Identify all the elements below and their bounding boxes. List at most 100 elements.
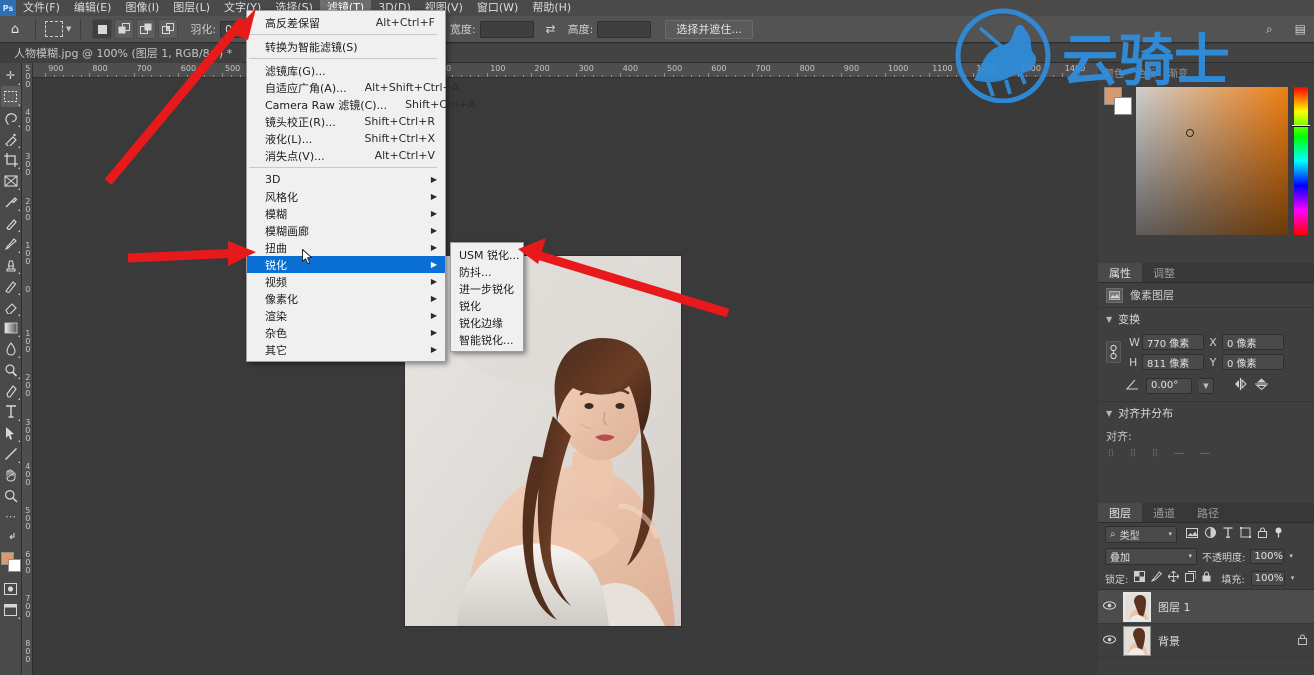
shape-filter-icon[interactable] xyxy=(1240,527,1251,541)
layer-thumbnail[interactable] xyxy=(1123,591,1151,622)
align-section-header[interactable]: ▼ 对齐并分布 xyxy=(1098,402,1314,424)
zoom-tool[interactable] xyxy=(1,485,21,506)
clone-stamp-tool[interactable] xyxy=(1,254,21,275)
width-field[interactable]: 770 像素 xyxy=(1142,334,1204,350)
filter-menu-item[interactable]: 镜头校正(R)... Shift+Ctrl+R xyxy=(247,113,445,130)
blur-tool[interactable] xyxy=(1,338,21,359)
sharpen-submenu-item[interactable]: 锐化 xyxy=(451,297,523,314)
tab-paths[interactable]: 路径 xyxy=(1186,503,1230,522)
add-to-selection-button[interactable] xyxy=(114,19,135,39)
document-canvas[interactable] xyxy=(405,256,681,626)
lasso-tool[interactable] xyxy=(1,107,21,128)
intersect-selection-button[interactable] xyxy=(158,19,179,39)
filter-menu-item[interactable]: 自适应广角(A)... Alt+Shift+Ctrl+A xyxy=(247,79,459,96)
tab-gradients[interactable]: 渐变 xyxy=(1168,65,1188,80)
align-top-icon[interactable]: — xyxy=(1174,448,1184,459)
spot-healing-brush-tool[interactable] xyxy=(1,212,21,233)
crop-tool[interactable] xyxy=(1,149,21,170)
filter-menu-item[interactable]: 其它 ▶ xyxy=(247,341,445,358)
tab-color[interactable]: 颜色 xyxy=(1104,65,1124,80)
filter-menu-item[interactable]: 扭曲 ▶ xyxy=(247,239,445,256)
x-field[interactable]: 0 像素 xyxy=(1222,334,1284,350)
workspace-icon[interactable]: ▤ xyxy=(1295,22,1306,36)
lock-position-icon[interactable] xyxy=(1168,570,1180,585)
adjustment-filter-icon[interactable] xyxy=(1205,527,1216,541)
rectangular-marquee-tool[interactable] xyxy=(0,86,21,107)
toggle-filter-icon[interactable] xyxy=(1274,527,1283,542)
flip-horizontal-icon[interactable] xyxy=(1233,378,1248,393)
filter-menu[interactable]: 高反差保留 Alt+Ctrl+F 转换为智能滤镜(S) 滤镜库(G)... 自适应广角(… xyxy=(246,10,476,362)
frame-tool[interactable] xyxy=(1,170,21,191)
transform-section-header[interactable]: ▼ 变换 xyxy=(1098,308,1314,330)
line-shape-tool[interactable] xyxy=(1,443,21,464)
layer-name[interactable]: 背景 xyxy=(1158,633,1291,649)
layer-visibility-icon[interactable] xyxy=(1102,600,1116,613)
new-selection-button[interactable] xyxy=(92,19,113,39)
home-icon[interactable]: ⌂ xyxy=(0,22,30,37)
filter-menu-item[interactable]: 高反差保留 Alt+Ctrl+F xyxy=(247,14,445,31)
filter-menu-item[interactable]: 3D ▶ xyxy=(247,171,445,188)
dodge-tool[interactable] xyxy=(1,359,21,380)
sharpen-submenu-item[interactable]: USM 锐化... xyxy=(451,246,523,263)
sharpen-submenu-item[interactable]: 防抖... xyxy=(451,263,523,280)
menu-item-edit[interactable]: 编辑(E) xyxy=(67,0,119,16)
type-filter-icon[interactable] xyxy=(1223,527,1233,541)
filter-menu-item[interactable]: 液化(L)... Shift+Ctrl+X xyxy=(247,130,445,147)
chevron-down-icon[interactable]: ▾ xyxy=(1289,552,1293,560)
lock-artboard-nesting-icon[interactable] xyxy=(1185,571,1197,585)
filter-menu-item[interactable]: 视频 ▶ xyxy=(247,273,445,290)
search-icon[interactable]: ⌕ xyxy=(1266,22,1273,37)
y-field[interactable]: 0 像素 xyxy=(1222,354,1284,370)
layer-row[interactable]: 图层 1 xyxy=(1098,590,1314,624)
edit-toolbar-button[interactable]: ⋯ xyxy=(1,506,21,527)
default-colors-button[interactable] xyxy=(1,527,21,548)
align-middle-v-icon[interactable]: — xyxy=(1200,448,1210,459)
color-background-swatch[interactable] xyxy=(1114,97,1132,115)
eyedropper-tool[interactable] xyxy=(1,191,21,212)
eraser-tool[interactable] xyxy=(1,296,21,317)
chevron-down-icon[interactable]: ▾ xyxy=(1291,574,1295,582)
smart-object-filter-icon[interactable] xyxy=(1258,527,1267,541)
swap-icon[interactable]: ⇄ xyxy=(546,22,556,36)
sharpen-submenu-item[interactable]: 智能锐化... xyxy=(451,331,523,348)
gradient-tool[interactable] xyxy=(1,317,21,338)
foreground-background-color-swatch[interactable] xyxy=(0,552,21,572)
height-field[interactable]: 811 像素 xyxy=(1142,354,1204,370)
opacity-field[interactable]: 100% xyxy=(1250,548,1285,564)
filter-menu-item[interactable]: 锐化 ▶ xyxy=(247,256,445,273)
document-tab[interactable]: 人物模糊.jpg @ 100% (图层 1, RGB/8#) * xyxy=(0,43,243,63)
filter-menu-item[interactable]: 模糊 ▶ xyxy=(247,205,445,222)
canvas-area[interactable] xyxy=(33,78,1098,675)
filter-menu-item[interactable]: 消失点(V)... Alt+Ctrl+V xyxy=(247,147,445,164)
color-field-cursor[interactable] xyxy=(1186,129,1194,137)
menu-item-image[interactable]: 图像(I) xyxy=(118,0,166,16)
angle-dropdown-icon[interactable]: ▼ xyxy=(1199,377,1214,394)
align-right-icon[interactable]: ⌷ xyxy=(1152,448,1158,459)
tool-preset-picker[interactable]: ▼ xyxy=(41,21,75,37)
filter-menu-item[interactable]: 像素化 ▶ xyxy=(247,290,445,307)
filter-menu-item[interactable]: Camera Raw 滤镜(C)... Shift+Ctrl+A xyxy=(247,96,476,113)
filter-menu-item[interactable]: 杂色 ▶ xyxy=(247,324,445,341)
align-center-h-icon[interactable]: ⌷ xyxy=(1130,448,1136,459)
hand-tool[interactable] xyxy=(1,464,21,485)
hue-marker[interactable] xyxy=(1292,125,1310,127)
color-field[interactable] xyxy=(1136,87,1288,235)
fill-field[interactable]: 100% xyxy=(1250,570,1285,586)
link-aspect-ratio-icon[interactable] xyxy=(1106,341,1121,363)
filter-menu-item[interactable]: 转换为智能滤镜(S) xyxy=(247,38,445,55)
flip-vertical-icon[interactable] xyxy=(1255,377,1268,394)
select-and-mask-button[interactable]: 选择并遮住... xyxy=(665,19,753,39)
path-selection-tool[interactable] xyxy=(1,422,21,443)
background-color-swatch[interactable] xyxy=(7,559,21,572)
align-left-icon[interactable]: ⌷ xyxy=(1108,448,1114,459)
layer-lock-icon[interactable] xyxy=(1298,634,1307,648)
menu-item-help[interactable]: 帮助(H) xyxy=(525,0,578,16)
quick-mask-button[interactable] xyxy=(1,578,21,599)
lock-image-pixels-icon[interactable] xyxy=(1151,571,1163,585)
move-tool[interactable]: ✛ xyxy=(1,65,21,86)
brush-tool[interactable] xyxy=(1,233,21,254)
filter-menu-item[interactable]: 风格化 ▶ xyxy=(247,188,445,205)
filter-menu-item[interactable]: 模糊画廊 ▶ xyxy=(247,222,445,239)
tab-adjustments[interactable]: 调整 xyxy=(1142,263,1186,282)
tab-swatches[interactable]: 色板 xyxy=(1136,65,1156,80)
